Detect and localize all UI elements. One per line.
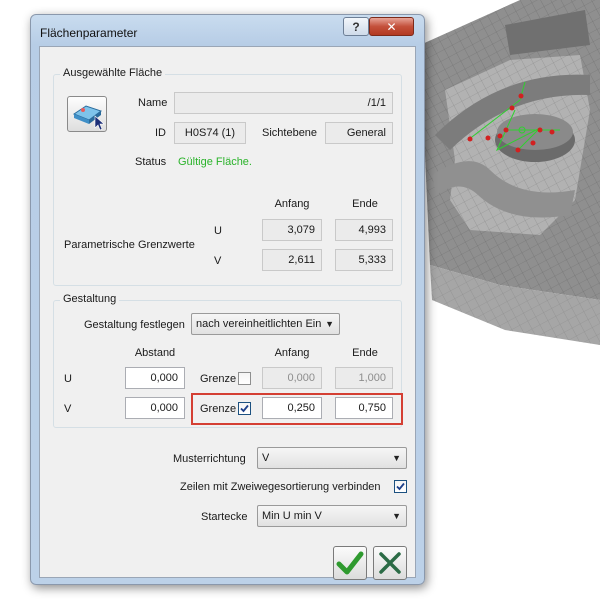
chevron-down-icon: ▼: [392, 511, 401, 521]
design-u-label: U: [64, 373, 72, 385]
limits-v-start-field: 2,611: [262, 249, 322, 271]
cancel-button[interactable]: [373, 546, 407, 580]
design-v-label: V: [64, 403, 72, 415]
u-distance-input[interactable]: 0,000: [125, 367, 185, 389]
surface-select-icon: [72, 105, 105, 131]
v-end-input[interactable]: 0,750: [335, 397, 393, 419]
checkmark-icon: [396, 482, 405, 491]
start-corner-dropdown[interactable]: Min U min V ▼: [257, 505, 407, 527]
checkmark-icon: [240, 404, 249, 413]
help-icon: ?: [352, 19, 360, 34]
pattern-direction-label: Musterrichtung: [173, 453, 246, 465]
design-set-dropdown[interactable]: nach vereinheitlichten Einh ▼: [191, 313, 340, 335]
checkmark-icon: [336, 551, 364, 575]
surface-parameters-dialog: Flächenparameter ? ✕ Ausgewählte Fläche …: [30, 14, 425, 585]
v-limit-checkbox[interactable]: [238, 402, 251, 415]
selected-surface-group-label: Ausgewählte Fläche: [60, 67, 166, 79]
help-button[interactable]: ?: [343, 17, 369, 36]
v-start-input[interactable]: 0,250: [262, 397, 322, 419]
limits-v-end-field: 5,333: [335, 249, 393, 271]
pick-surface-button[interactable]: [67, 96, 107, 132]
u-start-input[interactable]: 0,000: [262, 367, 322, 389]
cross-icon: [379, 552, 401, 574]
id-label: ID: [155, 127, 166, 139]
chevron-down-icon: ▼: [392, 453, 401, 463]
id-field: H0S74 (1): [174, 122, 246, 144]
design-group-label: Gestaltung: [60, 293, 120, 305]
distance-header: Abstand: [134, 347, 176, 359]
title-bar[interactable]: Flächenparameter ? ✕: [31, 15, 424, 47]
v-distance-input[interactable]: 0,000: [125, 397, 185, 419]
u-limit-label: Grenze: [200, 373, 237, 385]
limits-u-end-field: 4,993: [335, 219, 393, 241]
u-end-input[interactable]: 1,000: [335, 367, 393, 389]
close-button[interactable]: ✕: [369, 17, 414, 36]
close-icon: ✕: [386, 19, 397, 34]
ok-button[interactable]: [333, 546, 367, 580]
connect-rows-checkbox[interactable]: [394, 480, 407, 493]
name-field: /1/1: [174, 92, 393, 114]
design-start-header: Anfang: [274, 347, 310, 359]
start-corner-label: Startecke: [201, 511, 248, 523]
v-limit-label: Grenze: [200, 403, 237, 415]
limits-u-start-field: 3,079: [262, 219, 322, 241]
pattern-direction-value: V: [262, 452, 270, 464]
design-end-header: Ende: [352, 347, 378, 359]
visibility-label: Sichtebene: [262, 127, 318, 139]
visibility-field: General: [325, 122, 393, 144]
parametric-limits-label: Parametrische Grenzwerte: [64, 239, 195, 251]
status-value: Gültige Fläche.: [178, 156, 252, 168]
limits-start-header: Anfang: [274, 198, 310, 210]
limits-end-header: Ende: [352, 198, 378, 210]
limits-v-label: V: [214, 255, 222, 267]
design-set-value: nach vereinheitlichten Einh: [196, 318, 321, 330]
pattern-direction-dropdown[interactable]: V ▼: [257, 447, 407, 469]
connect-rows-label: Zeilen mit Zweiwegesortierung verbinden: [180, 481, 381, 493]
start-corner-value: Min U min V: [262, 510, 322, 522]
status-label: Status: [135, 156, 167, 168]
dialog-client-area: Ausgewählte Fläche Name /1/1 ID H0S74 (1…: [39, 46, 416, 580]
name-label: Name: [138, 97, 168, 109]
window-title: Flächenparameter: [40, 26, 138, 40]
chevron-down-icon: ▼: [325, 319, 334, 329]
design-set-label: Gestaltung festlegen: [84, 319, 185, 331]
u-limit-checkbox[interactable]: [238, 372, 251, 385]
limits-u-label: U: [214, 225, 222, 237]
